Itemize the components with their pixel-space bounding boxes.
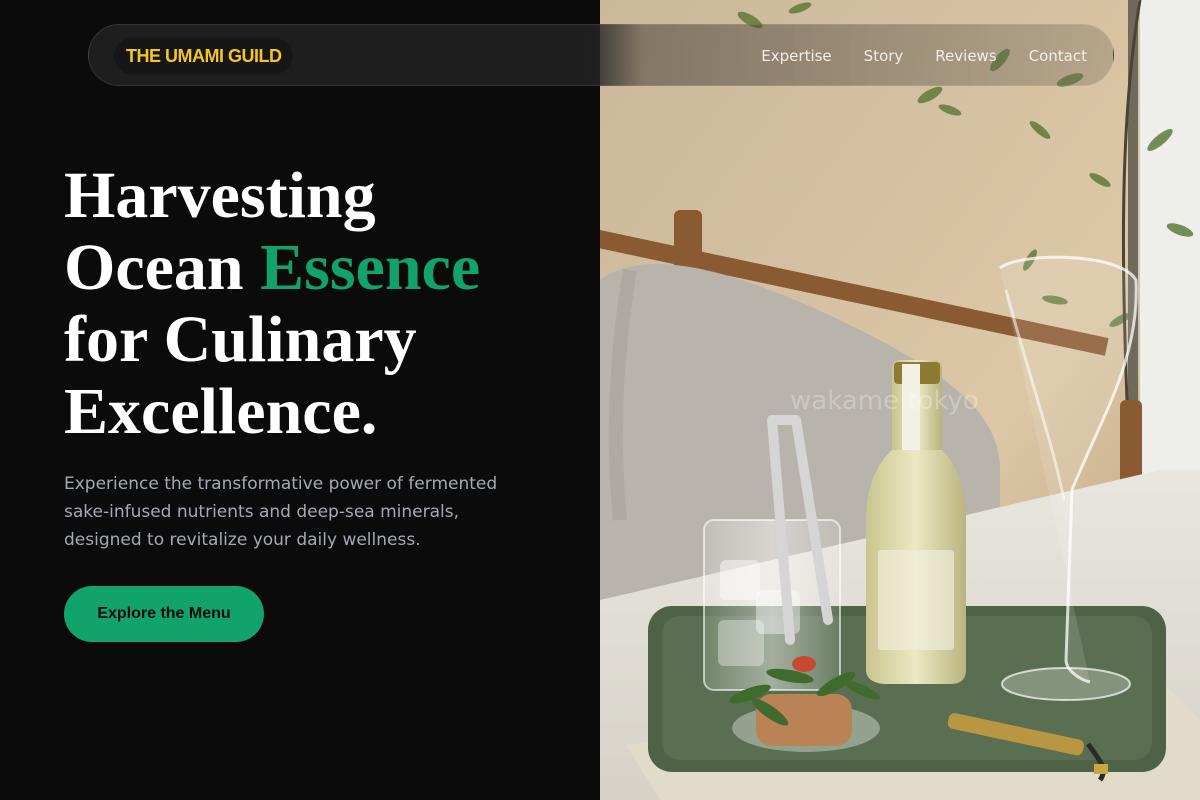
hero-title-line2: Ocean	[64, 231, 261, 304]
photo-watermark: wakame tokyo	[790, 386, 979, 416]
brand-logo[interactable]: THE UMAMI GUILD	[114, 38, 294, 74]
hero-left-panel: Harvesting Ocean Essence for Culinary Ex…	[0, 0, 600, 800]
top-navbar: THE UMAMI GUILD Expertise Story Reviews …	[88, 24, 1114, 86]
nav-link-contact[interactable]: Contact	[1029, 47, 1087, 65]
hero-title-line3: for Culinary	[64, 303, 417, 376]
hero-description: Experience the transformative power of f…	[64, 474, 498, 550]
explore-menu-button[interactable]: Explore the Menu	[64, 586, 264, 642]
nav-link-reviews[interactable]: Reviews	[935, 47, 996, 65]
hero-photo: wakame tokyo	[600, 0, 1200, 800]
nav-link-expertise[interactable]: Expertise	[761, 47, 831, 65]
hero-title-line1: Harvesting	[64, 159, 376, 232]
hero-title-accent: Essence	[260, 231, 481, 304]
nav-links: Expertise Story Reviews Contact	[761, 25, 1087, 87]
hero-title: Harvesting Ocean Essence for Culinary Ex…	[64, 160, 584, 448]
hero-title-line4: Excellence.	[64, 375, 378, 448]
nav-link-story[interactable]: Story	[864, 47, 904, 65]
